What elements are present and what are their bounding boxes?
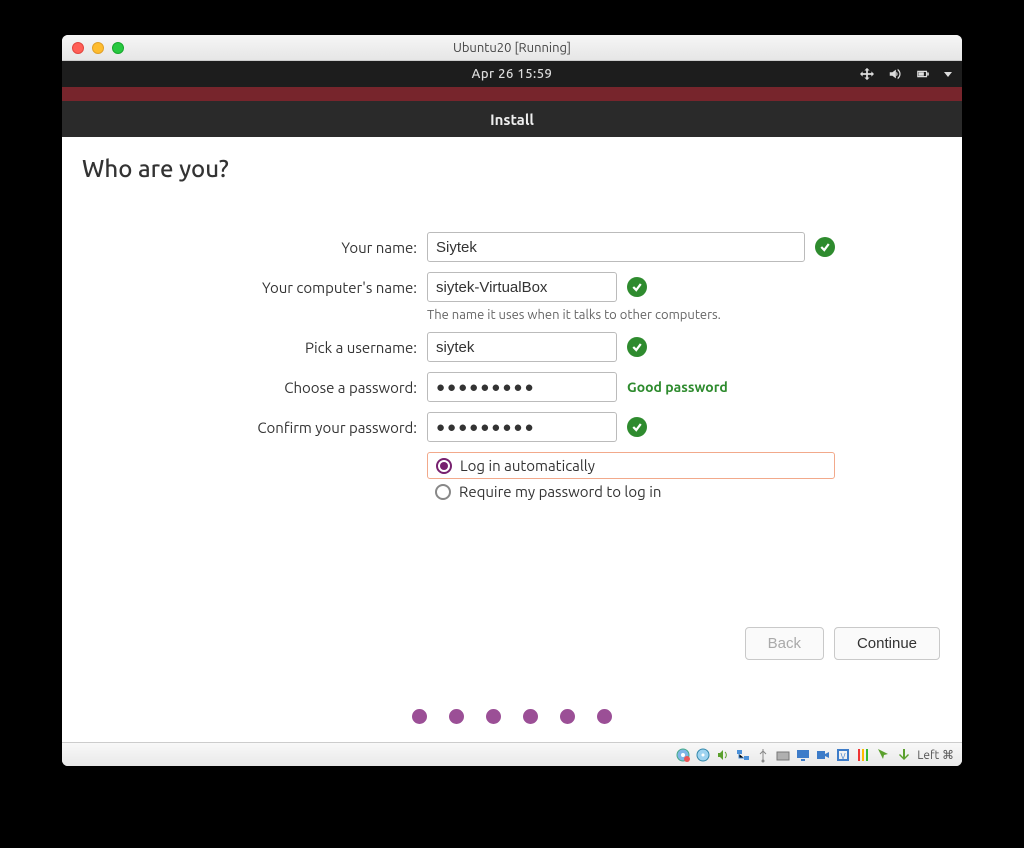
chevron-down-icon[interactable] <box>944 72 952 77</box>
radio-login-auto[interactable]: Log in automatically <box>427 452 835 479</box>
shared-folders-icon[interactable] <box>775 747 791 763</box>
volume-icon[interactable] <box>888 67 902 81</box>
installer-titlebar: Install <box>62 101 962 137</box>
vm-window: Ubuntu20 [Running] Apr 26 15:59 Install … <box>62 35 962 766</box>
label-name: Your name: <box>82 239 427 256</box>
label-confirm: Confirm your password: <box>82 419 427 436</box>
name-field[interactable] <box>427 232 805 262</box>
back-button[interactable]: Back <box>745 627 824 660</box>
confirm-password-field[interactable] <box>427 412 617 442</box>
label-password: Choose a password: <box>82 379 427 396</box>
usb-icon[interactable] <box>755 747 771 763</box>
progress-dot <box>523 709 538 724</box>
installer-title: Install <box>490 111 534 128</box>
progress-dots <box>62 709 962 724</box>
mouse-integration-icon[interactable] <box>875 747 891 763</box>
progress-dot <box>486 709 501 724</box>
computer-name-hint: The name it uses when it talks to other … <box>427 308 942 322</box>
radio-icon <box>435 484 451 500</box>
progress-dot <box>449 709 464 724</box>
installer-page: Who are you? Your name: Your computer's … <box>62 137 962 742</box>
hard-disk-icon[interactable] <box>675 747 691 763</box>
continue-button[interactable]: Continue <box>834 627 940 660</box>
display-icon[interactable] <box>795 747 811 763</box>
keyboard-capture-icon[interactable] <box>895 747 911 763</box>
check-icon <box>627 417 647 437</box>
username-field[interactable] <box>427 332 617 362</box>
label-computer: Your computer's name: <box>82 279 427 296</box>
system-indicators[interactable] <box>860 67 952 81</box>
progress-dot <box>597 709 612 724</box>
radio-icon <box>436 458 452 474</box>
ubuntu-top-panel: Apr 26 15:59 <box>62 61 962 87</box>
optical-disk-icon[interactable] <box>695 747 711 763</box>
check-icon <box>627 337 647 357</box>
radio-label: Require my password to log in <box>459 483 661 500</box>
computer-name-field[interactable] <box>427 272 617 302</box>
crimson-band <box>62 87 962 101</box>
network-icon[interactable] <box>860 67 874 81</box>
battery-icon[interactable] <box>916 67 930 81</box>
virtualbox-status-bar: V Left ⌘ <box>62 742 962 766</box>
recording-icon[interactable] <box>815 747 831 763</box>
password-strength: Good password <box>627 379 728 395</box>
mac-titlebar: Ubuntu20 [Running] <box>62 35 962 61</box>
progress-dot <box>412 709 427 724</box>
radio-require-password[interactable]: Require my password to log in <box>427 479 942 504</box>
radio-label: Log in automatically <box>460 457 595 474</box>
clock: Apr 26 15:59 <box>472 67 553 81</box>
virtualization-icon[interactable]: V <box>835 747 851 763</box>
who-are-you-form: Your name: Your computer's name: The nam… <box>82 232 942 504</box>
cpu-activity-icon[interactable] <box>855 747 871 763</box>
check-icon <box>627 277 647 297</box>
check-icon <box>815 237 835 257</box>
label-username: Pick a username: <box>82 339 427 356</box>
network-adapter-icon[interactable] <box>735 747 751 763</box>
host-key-label: Left ⌘ <box>917 748 954 762</box>
svg-text:V: V <box>841 752 846 761</box>
password-field[interactable] <box>427 372 617 402</box>
progress-dot <box>560 709 575 724</box>
audio-icon[interactable] <box>715 747 731 763</box>
page-heading: Who are you? <box>82 155 942 182</box>
window-title: Ubuntu20 [Running] <box>62 41 962 55</box>
